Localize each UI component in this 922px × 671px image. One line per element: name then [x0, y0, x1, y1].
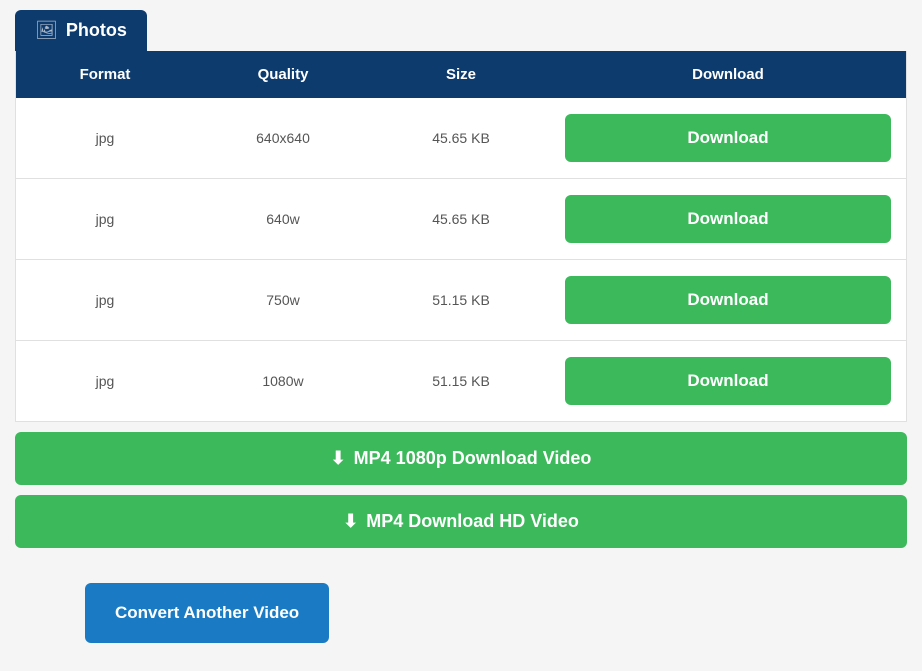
cell-quality: 1080w: [194, 365, 372, 397]
cell-download: Download: [550, 268, 906, 332]
col-header-quality: Quality: [194, 61, 372, 88]
convert-another-video-button[interactable]: Convert Another Video: [85, 583, 329, 643]
download-button-2[interactable]: Download: [565, 276, 891, 324]
table-header: Format Quality Size Download: [16, 51, 906, 98]
mp4-1080p-label: MP4 1080p Download Video: [354, 448, 592, 469]
table-row: jpg 640x640 45.65 KB Download: [16, 98, 906, 179]
cell-size: 45.65 KB: [372, 203, 550, 235]
cell-download: Download: [550, 349, 906, 413]
download-button-1[interactable]: Download: [565, 195, 891, 243]
cell-format: jpg: [16, 203, 194, 235]
photos-icon: 🖼: [35, 20, 58, 41]
download-table: Format Quality Size Download jpg 640x640…: [15, 51, 907, 422]
cell-quality: 640x640: [194, 122, 372, 154]
mp4-1080p-download-button[interactable]: ⬇ MP4 1080p Download Video: [15, 432, 907, 485]
col-header-download: Download: [550, 61, 906, 88]
mp4-hd-download-button[interactable]: ⬇ MP4 Download HD Video: [15, 495, 907, 548]
table-row: jpg 750w 51.15 KB Download: [16, 260, 906, 341]
download-button-3[interactable]: Download: [565, 357, 891, 405]
cell-download: Download: [550, 106, 906, 170]
cell-size: 51.15 KB: [372, 365, 550, 397]
table-rows: jpg 640x640 45.65 KB Download jpg 640w 4…: [16, 98, 906, 421]
cell-download: Download: [550, 187, 906, 251]
mp4-hd-label: MP4 Download HD Video: [366, 511, 579, 532]
tab-label: Photos: [66, 20, 127, 41]
download-icon-hd: ⬇: [343, 511, 358, 532]
col-header-size: Size: [372, 61, 550, 88]
col-header-format: Format: [16, 61, 194, 88]
cell-format: jpg: [16, 284, 194, 316]
cell-format: jpg: [16, 122, 194, 154]
download-icon-1080p: ⬇: [331, 448, 346, 469]
page-wrapper: 🖼 Photos Format Quality Size Download jp…: [0, 0, 922, 671]
photos-tab[interactable]: 🖼 Photos: [15, 10, 147, 51]
table-row: jpg 1080w 51.15 KB Download: [16, 341, 906, 421]
table-row: jpg 640w 45.65 KB Download: [16, 179, 906, 260]
download-button-0[interactable]: Download: [565, 114, 891, 162]
cell-size: 51.15 KB: [372, 284, 550, 316]
cell-format: jpg: [16, 365, 194, 397]
cell-size: 45.65 KB: [372, 122, 550, 154]
cell-quality: 640w: [194, 203, 372, 235]
cell-quality: 750w: [194, 284, 372, 316]
